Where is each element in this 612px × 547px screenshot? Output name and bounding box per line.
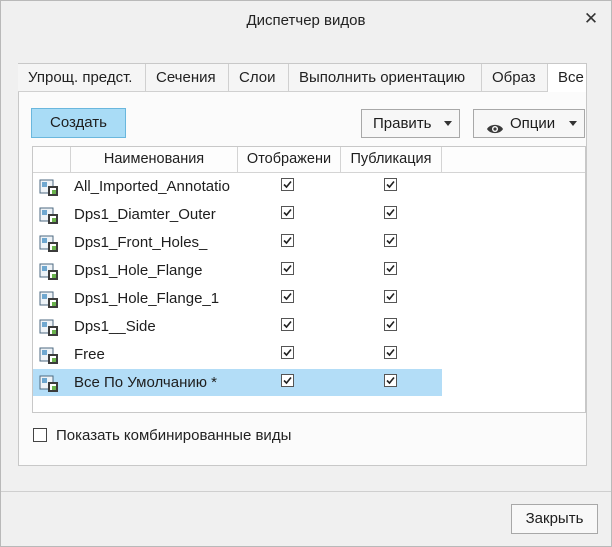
display-checkbox[interactable] — [281, 206, 294, 219]
show-combined-label: Показать комбинированные виды — [56, 427, 292, 444]
edit-button-label: Править — [373, 115, 432, 132]
combined-view-icon — [39, 289, 59, 309]
table-row[interactable]: Dps1__Side — [33, 313, 442, 340]
display-checkbox[interactable] — [281, 234, 294, 247]
dialog-title: Диспетчер видов — [246, 12, 366, 29]
view-name: Dps1_Front_Holes_ — [74, 234, 208, 251]
eye-icon — [486, 117, 504, 144]
show-combined-checkbox[interactable] — [33, 428, 47, 442]
table-row[interactable]: Free — [33, 341, 442, 368]
tab-appearance[interactable]: Образ — [482, 64, 548, 92]
publish-checkbox[interactable] — [384, 318, 397, 331]
view-manager-dialog: Диспетчер видов ✕ Упрощ. предст. Сечения… — [0, 0, 612, 547]
publish-checkbox[interactable] — [384, 262, 397, 275]
table-row[interactable]: Dps1_Front_Holes_ — [33, 229, 442, 256]
views-table: Наименования Отображени Публикация All_I… — [32, 146, 586, 413]
combined-view-icon — [39, 205, 59, 225]
chevron-down-icon — [444, 121, 452, 126]
combined-view-icon — [39, 261, 59, 281]
table-header: Наименования Отображени Публикация — [33, 147, 585, 173]
display-checkbox[interactable] — [281, 374, 294, 387]
publish-checkbox[interactable] — [384, 346, 397, 359]
view-name: All_Imported_Annotatio — [74, 178, 230, 195]
view-name: Dps1__Side — [74, 318, 156, 335]
view-name: Dps1_Hole_Flange — [74, 262, 203, 279]
table-row[interactable]: Dps1_Hole_Flange_1 — [33, 285, 442, 312]
options-dropdown-button[interactable]: Опции — [473, 109, 585, 138]
publish-checkbox[interactable] — [384, 374, 397, 387]
chevron-down-icon — [569, 121, 577, 126]
tab-strip: Упрощ. предст. Сечения Слои Выполнить ор… — [18, 64, 586, 93]
create-button[interactable]: Создать — [31, 108, 126, 138]
display-checkbox[interactable] — [281, 178, 294, 191]
close-button[interactable]: Закрыть — [511, 504, 598, 534]
display-checkbox[interactable] — [281, 290, 294, 303]
publish-checkbox[interactable] — [384, 178, 397, 191]
publish-checkbox[interactable] — [384, 206, 397, 219]
tab-orient[interactable]: Выполнить ориентацию — [289, 64, 482, 92]
title-bar: Диспетчер видов ✕ — [1, 1, 611, 39]
display-checkbox[interactable] — [281, 318, 294, 331]
column-header-icon — [33, 147, 71, 172]
table-row[interactable]: Dps1_Diamter_Outer — [33, 201, 442, 228]
combined-view-icon — [39, 345, 59, 365]
tab-all[interactable]: Все — [548, 64, 586, 92]
view-name: Все По Умолчанию * — [74, 374, 217, 391]
table-row[interactable]: Dps1_Hole_Flange — [33, 257, 442, 284]
footer-divider — [1, 491, 611, 492]
display-checkbox[interactable] — [281, 346, 294, 359]
view-name: Dps1_Hole_Flange_1 — [74, 290, 220, 307]
table-row[interactable]: Все По Умолчанию * — [33, 369, 442, 396]
view-name: Dps1_Diamter_Outer — [74, 206, 216, 223]
tab-sections[interactable]: Сечения — [146, 64, 229, 92]
column-header-publish[interactable]: Публикация — [341, 147, 442, 172]
tab-simplified-rep[interactable]: Упрощ. предст. — [18, 64, 146, 92]
combined-view-icon — [39, 233, 59, 253]
publish-checkbox[interactable] — [384, 290, 397, 303]
tab-layers[interactable]: Слои — [229, 64, 289, 92]
view-name: Free — [74, 346, 105, 363]
combined-view-icon — [39, 177, 59, 197]
combined-view-icon — [39, 317, 59, 337]
combined-view-icon — [39, 373, 59, 393]
column-header-name[interactable]: Наименования — [71, 147, 238, 172]
display-checkbox[interactable] — [281, 262, 294, 275]
close-icon[interactable]: ✕ — [581, 9, 601, 29]
column-header-display[interactable]: Отображени — [238, 147, 341, 172]
edit-dropdown-button[interactable]: Править — [361, 109, 460, 138]
table-row[interactable]: All_Imported_Annotatio — [33, 173, 442, 200]
publish-checkbox[interactable] — [384, 234, 397, 247]
options-button-label: Опции — [510, 115, 556, 132]
